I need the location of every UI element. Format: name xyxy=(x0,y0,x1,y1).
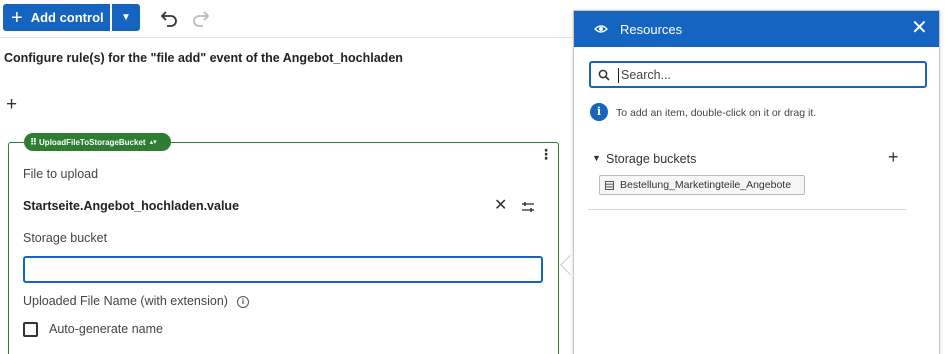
search-placeholder: Search... xyxy=(618,68,671,83)
chevron-updown-icon: ▴▾ xyxy=(149,139,157,146)
auto-generate-label: Auto-generate name xyxy=(49,322,163,336)
divider xyxy=(588,209,906,210)
uploaded-file-name-label: Uploaded File Name (with extension) xyxy=(23,294,228,308)
chevron-down-icon[interactable]: ▼ xyxy=(592,153,601,163)
resources-title: Resources xyxy=(620,22,683,37)
clear-icon[interactable]: ✕ xyxy=(494,198,507,214)
caret-down-icon: ▼ xyxy=(121,12,131,23)
resources-header: Resources ✕ xyxy=(574,11,939,47)
search-icon xyxy=(598,69,610,81)
file-to-upload-value[interactable]: Startseite.Angebot_hochladen.value xyxy=(23,199,239,213)
add-control-group: + Add control ▼ xyxy=(3,4,140,31)
close-icon[interactable]: ✕ xyxy=(911,18,928,38)
rule-name-badge[interactable]: ⠿ UploadFileToStorageBucket ▴▾ xyxy=(24,133,171,151)
drag-handle-icon[interactable]: ⠿ xyxy=(30,137,37,148)
redo-icon[interactable] xyxy=(190,7,212,29)
page-title: Configure rule(s) for the "file add" eve… xyxy=(4,51,403,65)
add-rule-button[interactable]: + xyxy=(6,95,17,114)
resources-hint: To add an item, double-click on it or dr… xyxy=(616,107,817,119)
info-icon: i xyxy=(590,103,608,121)
add-control-label: Add control xyxy=(30,10,104,25)
add-control-dropdown-button[interactable]: ▼ xyxy=(112,4,140,31)
storage-bucket-label: Storage bucket xyxy=(23,231,108,245)
database-icon xyxy=(605,180,614,190)
rule-name: UploadFileToStorageBucket xyxy=(39,137,146,147)
storage-bucket-item-label: Bestellung_Marketingteile_Angebote xyxy=(620,179,792,191)
resources-panel: Resources ✕ Search... i To add an item, … xyxy=(573,10,940,354)
storage-bucket-input[interactable] xyxy=(23,256,543,283)
undo-icon[interactable] xyxy=(158,7,180,29)
add-storage-bucket-button[interactable]: + xyxy=(888,148,899,166)
plus-icon: + xyxy=(11,6,23,29)
add-control-button[interactable]: + Add control xyxy=(3,4,110,31)
info-icon[interactable]: i xyxy=(237,296,249,308)
eye-icon xyxy=(594,25,608,33)
more-options-icon[interactable]: ⋮ xyxy=(539,147,553,161)
auto-generate-checkbox[interactable] xyxy=(23,322,38,337)
storage-buckets-section-title[interactable]: Storage buckets xyxy=(606,152,696,166)
toolbar: + Add control ▼ xyxy=(0,0,575,38)
storage-bucket-item[interactable]: Bestellung_Marketingteile_Angebote xyxy=(599,175,805,195)
search-input[interactable]: Search... xyxy=(589,61,927,88)
settings-sliders-icon[interactable] xyxy=(521,201,535,213)
file-to-upload-label: File to upload xyxy=(23,167,99,181)
